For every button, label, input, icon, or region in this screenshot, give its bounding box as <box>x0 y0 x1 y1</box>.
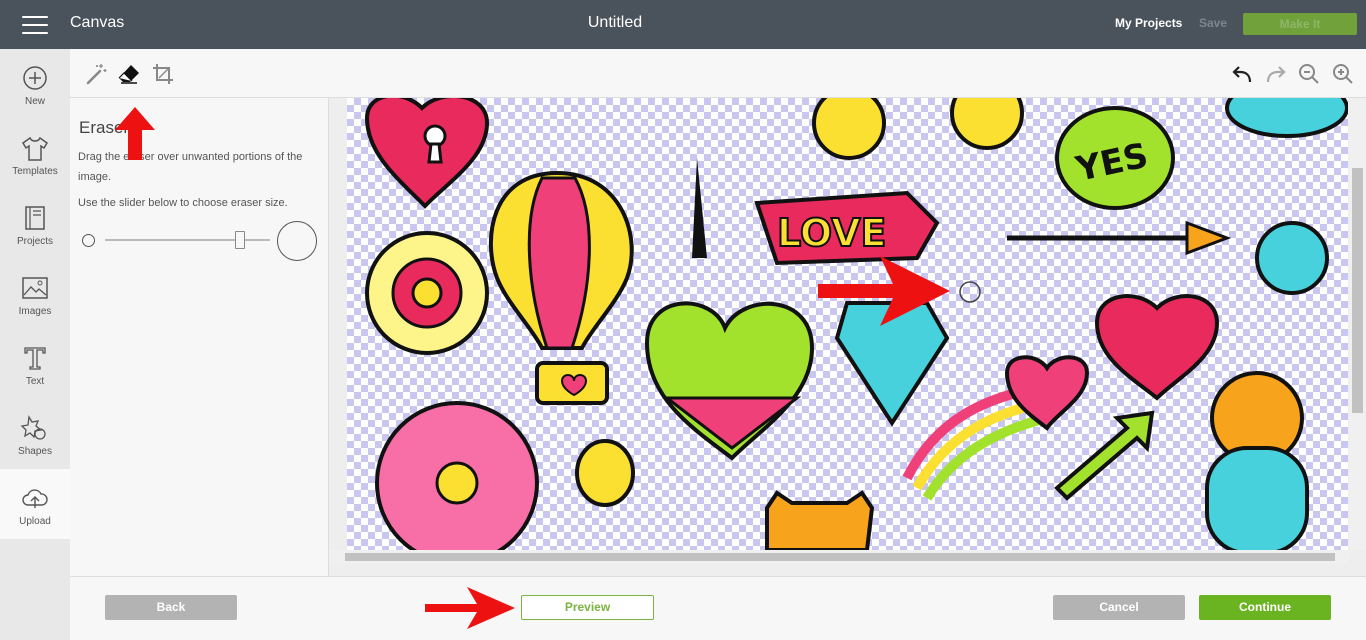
sidebar-item-shapes[interactable]: Shapes <box>0 399 70 469</box>
scrollbar-thumb[interactable] <box>1352 168 1363 413</box>
horizontal-scrollbar[interactable] <box>329 550 1349 564</box>
sidebar-item-upload[interactable]: Upload <box>0 469 70 539</box>
eraser-cursor <box>959 281 981 303</box>
redo-icon[interactable] <box>1264 62 1288 86</box>
uploaded-image[interactable]: LOVE YES <box>347 98 1348 550</box>
plus-circle-icon <box>23 66 47 90</box>
panel-instruction: Use the slider below to choose eraser si… <box>78 197 288 209</box>
eraser-size-slider-thumb[interactable] <box>235 231 246 249</box>
magic-wand-icon[interactable] <box>84 62 108 86</box>
undo-icon[interactable] <box>1230 62 1254 86</box>
edit-toolbar <box>70 49 1366 98</box>
large-eraser-size-icon <box>277 221 317 261</box>
document-title: Untitled <box>587 14 643 31</box>
my-projects-link[interactable]: My Projects <box>1115 16 1182 30</box>
cancel-button[interactable]: Cancel <box>1053 595 1185 620</box>
sidebar-item-images[interactable]: Images <box>0 259 70 329</box>
panel-instruction: Drag the eraser over unwanted portions o… <box>78 151 303 183</box>
sidebar-item-label: Upload <box>19 516 51 527</box>
sidebar-item-label: Images <box>18 306 52 317</box>
sidebar-item-projects[interactable]: Projects <box>0 189 70 259</box>
sidebar-item-label: Projects <box>16 236 54 247</box>
sidebar-item-new[interactable]: New <box>0 49 70 119</box>
canvas-area: LOVE YES <box>329 98 1366 576</box>
zoom-in-icon[interactable] <box>1331 62 1355 86</box>
back-button[interactable]: Back <box>105 595 237 620</box>
sidebar-item-text[interactable]: Text <box>0 329 70 399</box>
love-text: LOVE <box>777 211 887 255</box>
small-eraser-size-icon <box>82 234 95 247</box>
sidebar-item-label: Text <box>25 376 45 387</box>
zoom-out-icon[interactable] <box>1297 62 1321 86</box>
eraser-panel: Eraser Drag the eraser over unwanted por… <box>70 98 329 576</box>
shapes-icon <box>20 415 46 440</box>
shirt-icon <box>22 136 48 161</box>
eraser-icon[interactable] <box>117 62 141 86</box>
text-icon <box>24 347 46 370</box>
crop-icon[interactable] <box>151 62 175 86</box>
top-bar: Canvas Untitled My Projects Save Make It <box>0 0 1366 49</box>
continue-button[interactable]: Continue <box>1199 595 1331 620</box>
scrollbar-thumb[interactable] <box>345 553 1335 561</box>
save-button[interactable]: Save <box>1199 16 1227 30</box>
sidebar-item-templates[interactable]: Templates <box>0 119 70 189</box>
make-it-button[interactable]: Make It <box>1243 13 1357 35</box>
doodle-artwork: LOVE YES <box>364 98 1348 550</box>
vertical-scrollbar[interactable] <box>1349 98 1366 550</box>
sidebar-item-label: New <box>24 96 45 107</box>
projects-icon <box>25 206 45 230</box>
upload-cloud-icon <box>22 489 48 508</box>
bottom-action-bar: Back Preview Cancel Continue <box>70 576 1366 640</box>
preview-button[interactable]: Preview <box>521 595 654 620</box>
eraser-size-slider[interactable] <box>105 239 270 241</box>
sidebar-item-label: Templates <box>12 166 58 177</box>
panel-title: Eraser <box>79 118 130 137</box>
left-sidebar: New Templates Projects Images Text Shape… <box>0 49 70 640</box>
sidebar-item-label: Shapes <box>18 446 52 457</box>
image-icon <box>22 277 48 299</box>
